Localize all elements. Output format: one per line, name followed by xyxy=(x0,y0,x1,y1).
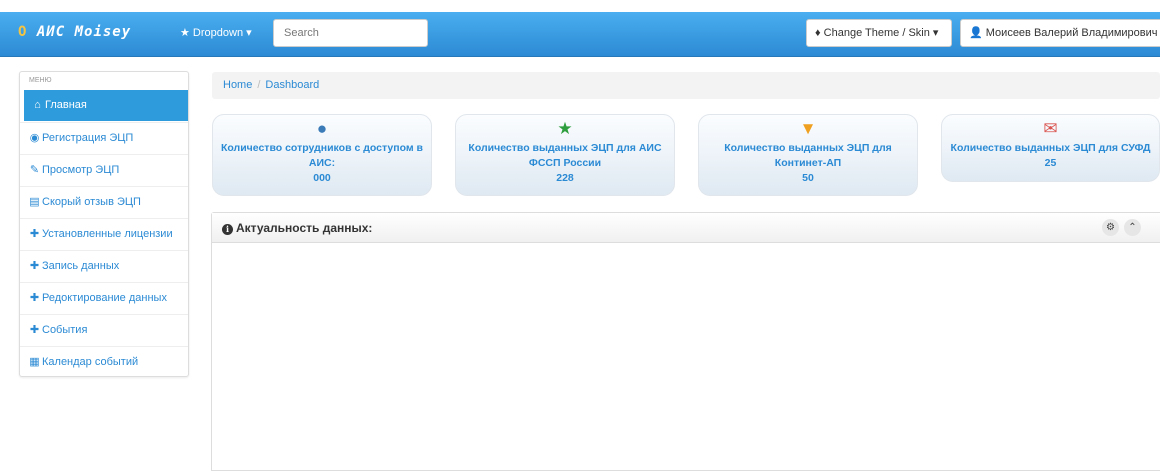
sidebar-item-revoke[interactable]: ▤ Скорый отзыв ЭЦП xyxy=(20,186,188,218)
stat-card-kontinent[interactable]: ▼ Количество выданных ЭЦП для Континет-А… xyxy=(698,114,918,196)
plus-icon: ✚ xyxy=(29,228,40,240)
edit-icon: ✎ xyxy=(29,164,40,176)
breadcrumb-home[interactable]: Home xyxy=(223,79,252,91)
plus-icon: ✚ xyxy=(29,324,40,336)
info-icon: i xyxy=(222,224,233,235)
search-input[interactable] xyxy=(273,19,428,47)
breadcrumb-current[interactable]: Dashboard xyxy=(265,79,319,91)
navbar: O АИС Moisey ★ Dropdown ▾ ♦ Change Theme… xyxy=(0,12,1160,57)
sidebar-item-label: Запись данных xyxy=(42,260,120,272)
stat-card-fssp[interactable]: ★ Количество выданных ЭЦП для АИС ФССП Р… xyxy=(455,114,675,196)
sidebar-item-registration[interactable]: ◉ Регистрация ЭЦП xyxy=(20,122,188,154)
user-icon: 👤 xyxy=(969,27,983,39)
cart-icon: ▼ xyxy=(799,119,817,138)
stat-label: Количество выданных ЭЦП для СУФД xyxy=(950,142,1151,154)
stat-label: Количество выданных ЭЦП для Континет-АП xyxy=(724,142,892,169)
stat-label: Количество сотрудников с доступом в АИС: xyxy=(220,142,423,169)
sidebar-item-label: Календар событий xyxy=(42,356,139,368)
menu-header: МЕНЮ xyxy=(29,77,52,84)
sidebar-menu: МЕНЮ ⌂ Главная ◉ Регистрация ЭЦП ✎ Просмотр… xyxy=(19,71,189,377)
sidebar-item-home[interactable]: ⌂ Главная xyxy=(24,90,188,121)
sidebar-item-label: События xyxy=(42,324,88,336)
star-icon: ★ xyxy=(557,119,573,138)
breadcrumb: Home / Dashboard xyxy=(212,72,1160,99)
sidebar-item-record[interactable]: ✚ Запись данных xyxy=(20,250,188,282)
change-theme-button[interactable]: ♦ Change Theme / Skin ▾ xyxy=(806,19,952,47)
sidebar-item-label: Установленные лицензии xyxy=(42,228,173,240)
calendar-icon: ▦ xyxy=(29,356,40,368)
nav-dropdown[interactable]: ★ Dropdown ▾ xyxy=(180,26,252,39)
sidebar-item-label: Скорый отзыв ЭЦП xyxy=(42,196,141,208)
collapse-icon[interactable]: ⌃ xyxy=(1124,219,1141,236)
stat-value: 228 xyxy=(556,172,574,184)
sidebar-item-licenses[interactable]: ✚ Установленные лицензии xyxy=(20,218,188,250)
sidebar-item-events[interactable]: ✚ События xyxy=(20,314,188,346)
sidebar-item-label: Регистрация ЭЦП xyxy=(42,132,134,144)
stat-value: 50 xyxy=(802,172,814,184)
sidebar-item-label: Главная xyxy=(45,99,87,111)
settings-icon[interactable]: ⚙ xyxy=(1102,219,1119,236)
list-icon: ▤ xyxy=(29,196,40,208)
eye-icon: ◉ xyxy=(29,132,40,144)
envelope-icon: ✉ xyxy=(1043,119,1058,138)
brand-name: АИС Moisey xyxy=(36,24,132,40)
panel-title-text: Актуальность данных: xyxy=(236,221,373,235)
user-name: Моисеев Валерий Владимирович ▾ xyxy=(985,27,1160,39)
sidebar-item-label: Просмотр ЭЦП xyxy=(42,164,120,176)
home-icon: ⌂ xyxy=(34,99,41,111)
stat-label: Количество выданных ЭЦП для АИС ФССП Рос… xyxy=(468,142,662,169)
panel-header: i Актуальность данных: ⚙ ⌃ xyxy=(212,213,1160,243)
plus-icon: ✚ xyxy=(29,260,40,272)
plus-icon: ✚ xyxy=(29,292,40,304)
data-actuality-panel: i Актуальность данных: ⚙ ⌃ xyxy=(211,212,1160,471)
brand-prefix: O xyxy=(18,24,28,40)
sidebar-item-label: Редоктирование данных xyxy=(42,292,167,304)
stat-value: 25 xyxy=(1044,157,1057,169)
sidebar-item-calendar[interactable]: ▦ Календар событий xyxy=(20,346,188,378)
sidebar-item-view[interactable]: ✎ Просмотр ЭЦП xyxy=(20,154,188,186)
breadcrumb-separator: / xyxy=(257,79,261,91)
stat-card-sufd[interactable]: ✉ Количество выданных ЭЦП для СУФД 25 xyxy=(941,114,1160,182)
stat-card-employees[interactable]: ● Количество сотрудников с доступом в АИ… xyxy=(212,114,432,196)
user-menu-button[interactable]: 👤 Моисеев Валерий Владимирович ▾ xyxy=(960,19,1160,47)
user-icon: ● xyxy=(316,119,328,138)
stat-value: 000 xyxy=(313,172,331,184)
panel-title: i Актуальность данных: xyxy=(222,221,372,235)
sidebar-item-edit[interactable]: ✚ Редоктирование данных xyxy=(20,282,188,314)
brand-logo[interactable]: O АИС Moisey xyxy=(18,24,131,40)
